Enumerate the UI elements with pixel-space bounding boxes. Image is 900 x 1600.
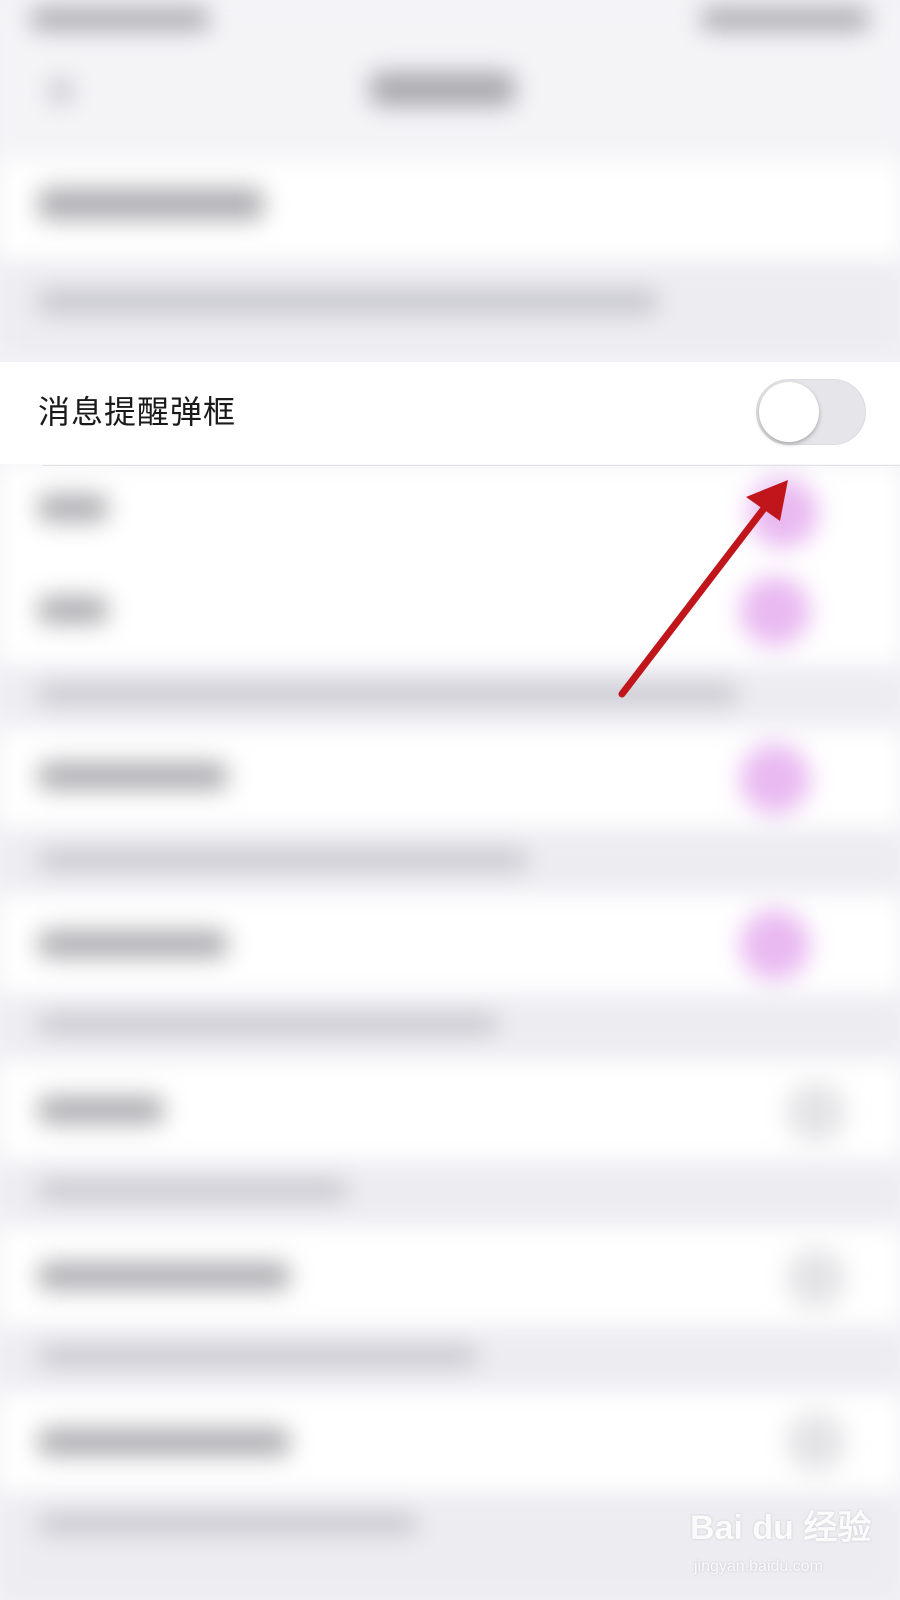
watermark-logo: Bai du 经验 [690, 1509, 872, 1547]
watermark-url: jingyan.baidu.com [694, 1558, 823, 1575]
baidu-jingyan-watermark: Bai du 经验 jingyan.baidu.com [690, 1500, 890, 1596]
annotation-arrow [618, 480, 788, 698]
